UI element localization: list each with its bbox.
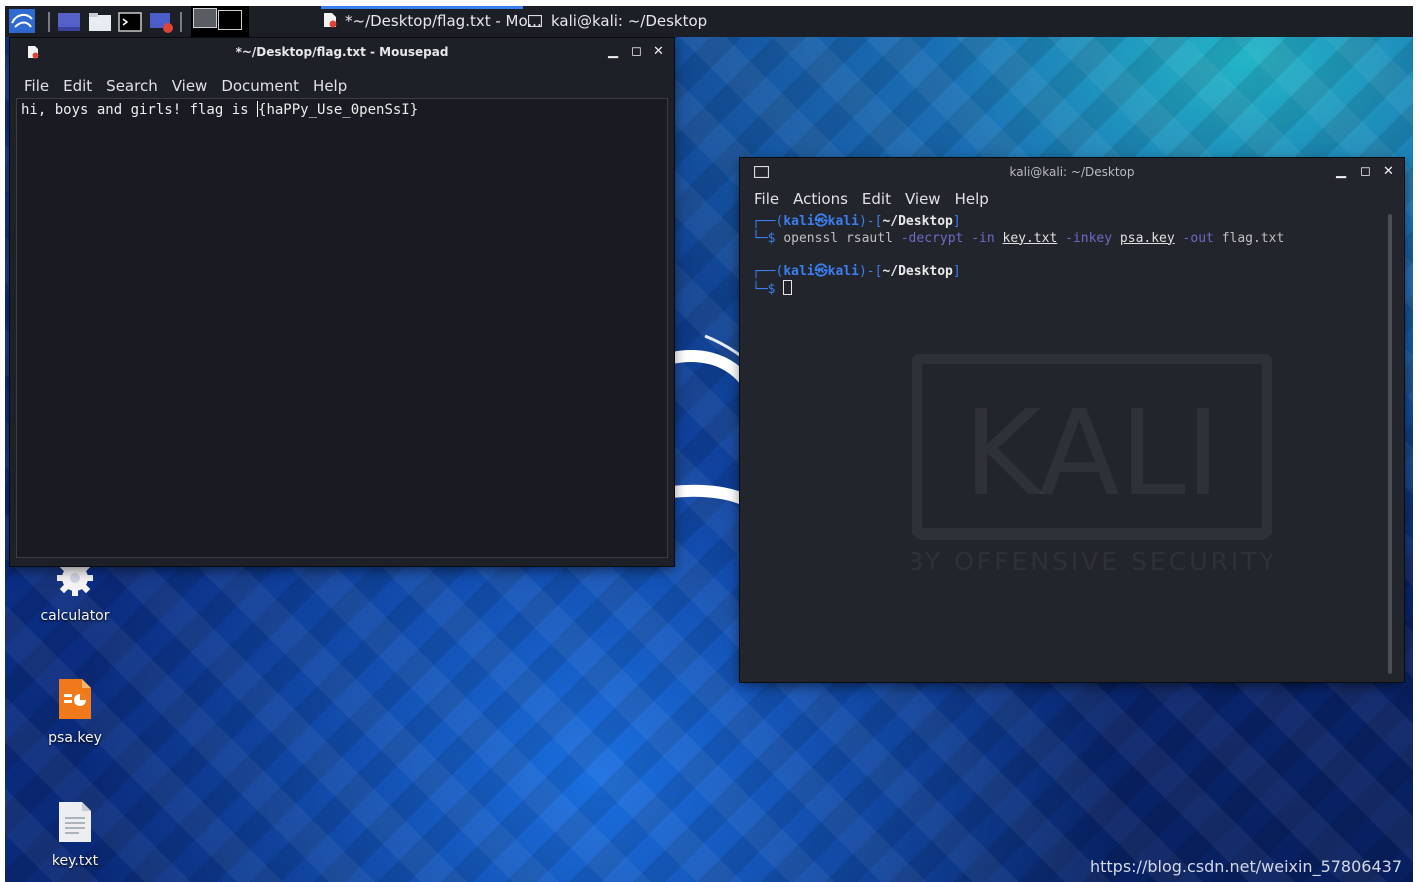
- term-menu-file[interactable]: File: [754, 190, 779, 208]
- desktop-icon-calculator-label: calculator: [40, 608, 110, 624]
- maximize-icon[interactable]: ◻: [631, 38, 642, 66]
- mousepad-app-icon: [28, 46, 39, 59]
- prompt-line-2: ┌──(kali㉿kali)-[~/Desktop]: [752, 263, 961, 279]
- editor-text-before-cursor: hi, boys and girls! flag is: [21, 102, 258, 118]
- text-editor-area[interactable]: hi, boys and girls! flag is {haPPy_Use_0…: [16, 98, 668, 558]
- minimize-icon[interactable]: ▁: [1336, 158, 1346, 186]
- task-mousepad-label: *~/Desktop/flag.txt - Mo...: [345, 12, 542, 30]
- terminal-scrollbar[interactable]: [1388, 214, 1392, 674]
- watermark-tagline: BY OFFENSIVE SECURITY: [912, 547, 1272, 576]
- command-line: └─$ openssl rsautl -decrypt -in key.txt …: [752, 230, 1285, 246]
- menu-file[interactable]: File: [24, 77, 49, 95]
- menu-view[interactable]: View: [172, 77, 208, 95]
- mousepad-title: *~/Desktop/flag.txt - Mousepad: [235, 45, 449, 59]
- prompt-line-1: ┌──(kali㉿kali)-[~/Desktop]: [752, 214, 961, 229]
- terminal-launcher-icon[interactable]: [118, 12, 142, 32]
- menu-document[interactable]: Document: [221, 77, 299, 95]
- kali-menu-icon[interactable]: [9, 9, 35, 33]
- task-mousepad[interactable]: *~/Desktop/flag.txt - Mo...: [323, 6, 542, 37]
- terminal-output[interactable]: ┌──(kali㉿kali)-[~/Desktop] └─$ openssl rs…: [752, 214, 1382, 299]
- menu-edit[interactable]: Edit: [63, 77, 92, 95]
- menu-search[interactable]: Search: [106, 77, 158, 95]
- taskbar-separator: [180, 12, 182, 32]
- terminal-window: KALI BY OFFENSIVE SECURITY kali@kali: ~/…: [740, 158, 1404, 682]
- desktop-icon-key-txt[interactable]: key.txt: [25, 801, 125, 869]
- mousepad-titlebar[interactable]: *~/Desktop/flag.txt - Mousepad ▁ ◻ ✕: [10, 38, 674, 66]
- desktop-icon-calculator[interactable]: calculator: [25, 558, 125, 624]
- term-menu-actions[interactable]: Actions: [793, 190, 848, 208]
- close-icon[interactable]: ✕: [1383, 158, 1394, 186]
- blog-watermark-url: https://blog.csdn.net/weixin_57806437: [1089, 857, 1402, 876]
- task-terminal[interactable]: kali@kali: ~/Desktop: [527, 6, 788, 37]
- mousepad-icon: [324, 13, 337, 28]
- terminal-cursor: [783, 280, 793, 295]
- terminal-title: kali@kali: ~/Desktop: [1009, 165, 1135, 179]
- file-manager-icon[interactable]: [88, 12, 112, 32]
- taskbar-separator: [48, 12, 50, 32]
- desktop: *~/Desktop/flag.txt - Mo... kali@kali: ~…: [5, 6, 1413, 882]
- screenshot-tool-icon[interactable]: [149, 12, 175, 34]
- mousepad-menubar: File Edit Search View Document Help: [10, 73, 674, 99]
- task-terminal-label: kali@kali: ~/Desktop: [551, 12, 708, 30]
- close-icon[interactable]: ✕: [653, 38, 664, 66]
- kali-logo-watermark: KALI BY OFFENSIVE SECURITY: [912, 354, 1272, 576]
- watermark-brand: KALI: [964, 384, 1221, 522]
- term-menu-view[interactable]: View: [905, 190, 941, 208]
- terminal-titlebar[interactable]: kali@kali: ~/Desktop ▁ ◻ ✕: [740, 158, 1404, 186]
- text-file-icon: [59, 802, 91, 842]
- term-menu-help[interactable]: Help: [955, 190, 989, 208]
- editor-text-after-cursor: {haPPy_Use_0penSsI}: [258, 102, 419, 118]
- workspace-1[interactable]: [193, 8, 217, 28]
- desktop-icon-psa-key[interactable]: psa.key: [25, 678, 125, 746]
- term-menu-edit[interactable]: Edit: [862, 190, 891, 208]
- input-line: └─$: [752, 280, 1382, 299]
- presentation-file-icon: [59, 679, 91, 719]
- workspace-2[interactable]: [218, 10, 242, 30]
- menu-help[interactable]: Help: [313, 77, 347, 95]
- minimize-icon[interactable]: ▁: [608, 38, 618, 66]
- mousepad-window: *~/Desktop/flag.txt - Mousepad ▁ ◻ ✕ Fil…: [10, 38, 674, 566]
- desktop-icon-psa-key-label: psa.key: [48, 730, 102, 746]
- workspace-switcher[interactable]: [191, 6, 249, 37]
- maximize-icon[interactable]: ◻: [1360, 158, 1371, 186]
- terminal-app-icon: [754, 166, 769, 178]
- desktop-icon-key-txt-label: key.txt: [51, 853, 99, 869]
- show-desktop-icon[interactable]: [57, 12, 81, 32]
- terminal-menubar: File Actions Edit View Help: [740, 186, 1404, 212]
- terminal-icon: [527, 14, 543, 28]
- taskbar: *~/Desktop/flag.txt - Mo... kali@kali: ~…: [5, 6, 1413, 37]
